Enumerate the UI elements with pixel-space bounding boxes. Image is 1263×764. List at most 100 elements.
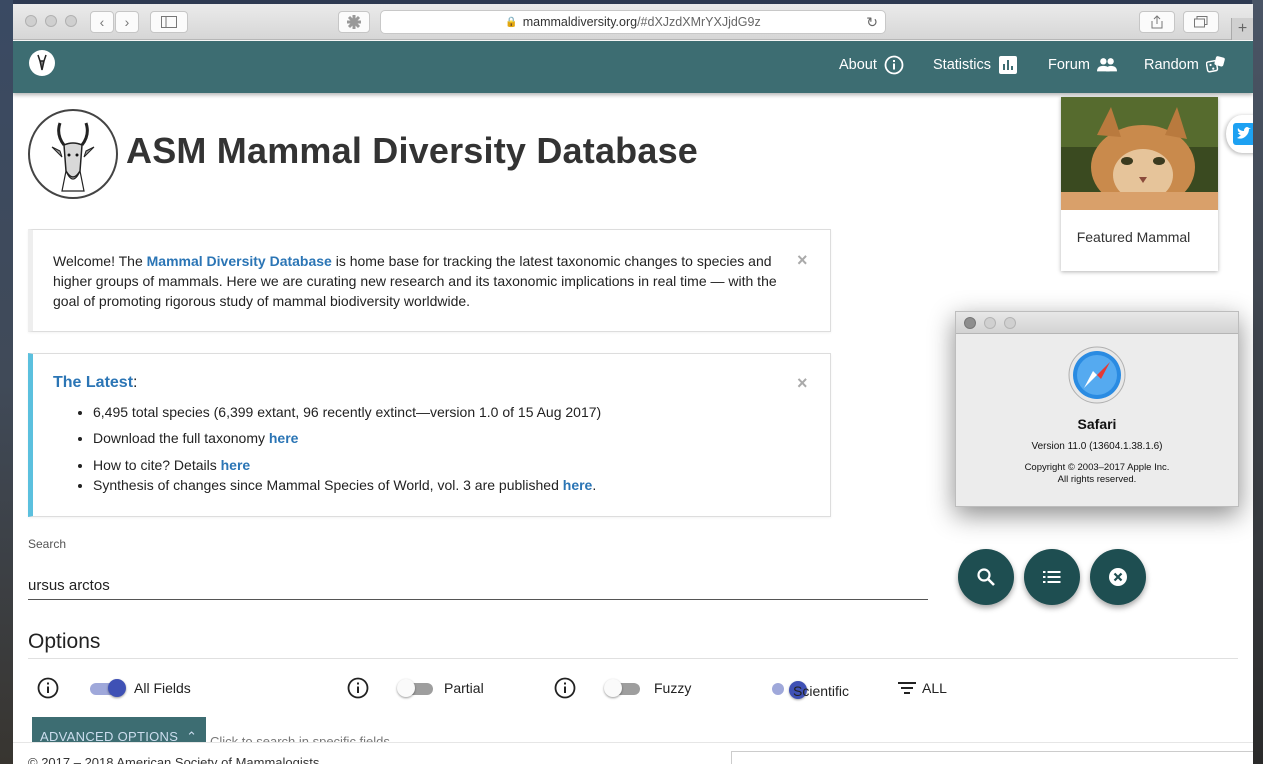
latest-list: 6,495 total species (6,399 extant, 96 re… [73, 402, 813, 495]
minimize-window-button[interactable] [45, 15, 57, 27]
search-icon [977, 568, 995, 586]
bar-chart-icon [998, 55, 1018, 75]
chevron-left-icon: ‹ [99, 14, 105, 30]
share-button[interactable] [1139, 11, 1175, 33]
download-taxonomy-link[interactable]: here [269, 430, 299, 446]
dialog-minimize-button [984, 317, 996, 329]
page-title: ASM Mammal Diversity Database [126, 130, 699, 171]
nav-statistics[interactable]: Statistics [933, 55, 1018, 75]
toggle-knob [604, 679, 622, 697]
extension-button[interactable] [338, 11, 370, 33]
tabs-overview-button[interactable] [1183, 11, 1219, 33]
partial-info-icon[interactable] [347, 677, 369, 699]
forward-button[interactable]: › [115, 11, 139, 33]
dialog-titlebar [956, 312, 1238, 334]
reload-icon[interactable]: ↻ [866, 14, 878, 31]
lock-icon: 🔒 [505, 16, 518, 28]
dialog-close-button[interactable] [964, 317, 976, 329]
all-fields-toggle[interactable] [88, 679, 126, 697]
partial-toggle[interactable] [397, 679, 435, 697]
close-latest-button[interactable]: × [797, 373, 808, 394]
sidebar-icon [161, 16, 177, 28]
all-fields-info-icon[interactable] [37, 677, 59, 699]
synthesis-link[interactable]: here [563, 477, 593, 493]
desktop-background-left [0, 0, 13, 764]
url-path: /#dXJzdXMrYXJjdG9z [637, 15, 761, 29]
featured-mammal-image [1061, 97, 1218, 210]
nav-forum-label: Forum [1048, 57, 1090, 73]
list-item: 6,495 total species (6,399 extant, 96 re… [93, 402, 813, 422]
list-item: Synthesis of changes since Mammal Specie… [93, 475, 813, 495]
new-tab-button[interactable]: + [1231, 18, 1253, 40]
dialog-zoom-button [1004, 317, 1016, 329]
list-item-text: Download the full taxonomy [93, 430, 269, 446]
filter-all-button[interactable]: ALL [898, 680, 947, 696]
filter-all-label: ALL [922, 680, 947, 696]
latest-title: The Latest [53, 374, 134, 391]
scientific-radio-track[interactable] [772, 683, 784, 695]
footer-overlay-window [731, 751, 1253, 764]
list-view-button[interactable] [1024, 549, 1080, 605]
sidebar-button[interactable] [150, 11, 188, 33]
site-header: About Statistics Forum Random [13, 41, 1253, 93]
dice-icon [1205, 55, 1226, 75]
welcome-text: Welcome! The Mammal Diversity Database i… [53, 251, 788, 311]
nav-about[interactable]: About [839, 55, 904, 75]
search-button[interactable] [958, 549, 1014, 605]
footer-copyright: © 2017 – 2018 American Society of Mammal… [28, 755, 320, 764]
info-icon [884, 55, 904, 75]
close-circle-icon [1109, 568, 1127, 586]
nav-about-label: About [839, 57, 877, 73]
nav-random[interactable]: Random [1144, 55, 1226, 75]
twitter-icon [1233, 123, 1253, 145]
close-window-button[interactable] [25, 15, 37, 27]
copyright-line: Copyright © 2003–2017 Apple Inc. [1024, 462, 1170, 473]
welcome-alert: Welcome! The Mammal Diversity Database i… [28, 229, 831, 332]
desktop-background-right [1252, 0, 1263, 764]
clear-search-button[interactable] [1090, 549, 1146, 605]
nav-statistics-label: Statistics [933, 57, 992, 73]
share-icon [1151, 15, 1163, 29]
search-input[interactable] [28, 572, 928, 600]
mdd-link[interactable]: Mammal Diversity Database [147, 253, 332, 269]
puzzle-icon [347, 15, 361, 29]
toggle-knob [397, 679, 415, 697]
list-item: How to cite? Details here [93, 455, 813, 475]
list-item-text: 6,495 total species (6,399 extant, 96 re… [93, 404, 602, 420]
safari-compass-icon [1068, 346, 1126, 404]
featured-mammal-card[interactable]: Featured Mammal [1061, 97, 1218, 271]
fuzzy-toggle[interactable] [604, 679, 642, 697]
address-bar[interactable]: 🔒 mammaldiversity.org/#dXJzdXMrYXJjdG9z … [380, 10, 886, 34]
latest-heading: The Latest: [53, 374, 137, 392]
list-item-text-end: . [592, 477, 597, 493]
twitter-share-button[interactable] [1226, 115, 1253, 153]
latest-alert: The Latest: × 6,495 total species (6,399… [28, 353, 831, 517]
site-logo [28, 109, 118, 199]
partial-label: Partial [444, 680, 484, 696]
nav-forum[interactable]: Forum [1048, 55, 1117, 75]
chevron-right-icon: › [124, 14, 130, 30]
back-button[interactable]: ‹ [90, 11, 114, 33]
filter-icon [898, 682, 916, 694]
about-safari-dialog: Safari Version 11.0 (13604.1.38.1.6) Cop… [955, 311, 1239, 507]
rights-line: All rights reserved. [1057, 474, 1137, 485]
close-welcome-button[interactable]: × [797, 250, 808, 271]
list-item: Download the full taxonomy here [93, 428, 813, 448]
welcome-prefix: Welcome! The [53, 253, 147, 269]
fuzzy-info-icon[interactable] [554, 677, 576, 699]
toggle-knob [108, 679, 126, 697]
pronghorn-logo-icon [37, 54, 47, 71]
latest-colon: : [133, 374, 138, 391]
nav-random-label: Random [1144, 57, 1199, 73]
browser-toolbar: ‹ › 🔒 mammaldiversity.org/#dXJzdXMrYXJjd… [13, 4, 1253, 40]
cite-details-link[interactable]: here [221, 457, 251, 473]
zoom-window-button[interactable] [65, 15, 77, 27]
home-logo-link[interactable] [29, 50, 55, 76]
tabs-icon [1194, 16, 1208, 28]
app-version: Version 11.0 (13604.1.38.1.6) [1031, 441, 1163, 452]
list-item-text: Synthesis of changes since Mammal Specie… [93, 477, 563, 493]
all-fields-label: All Fields [134, 680, 191, 696]
url-domain: mammaldiversity.org [522, 15, 638, 29]
list-item-text: How to cite? Details [93, 457, 221, 473]
fuzzy-label: Fuzzy [654, 680, 692, 696]
